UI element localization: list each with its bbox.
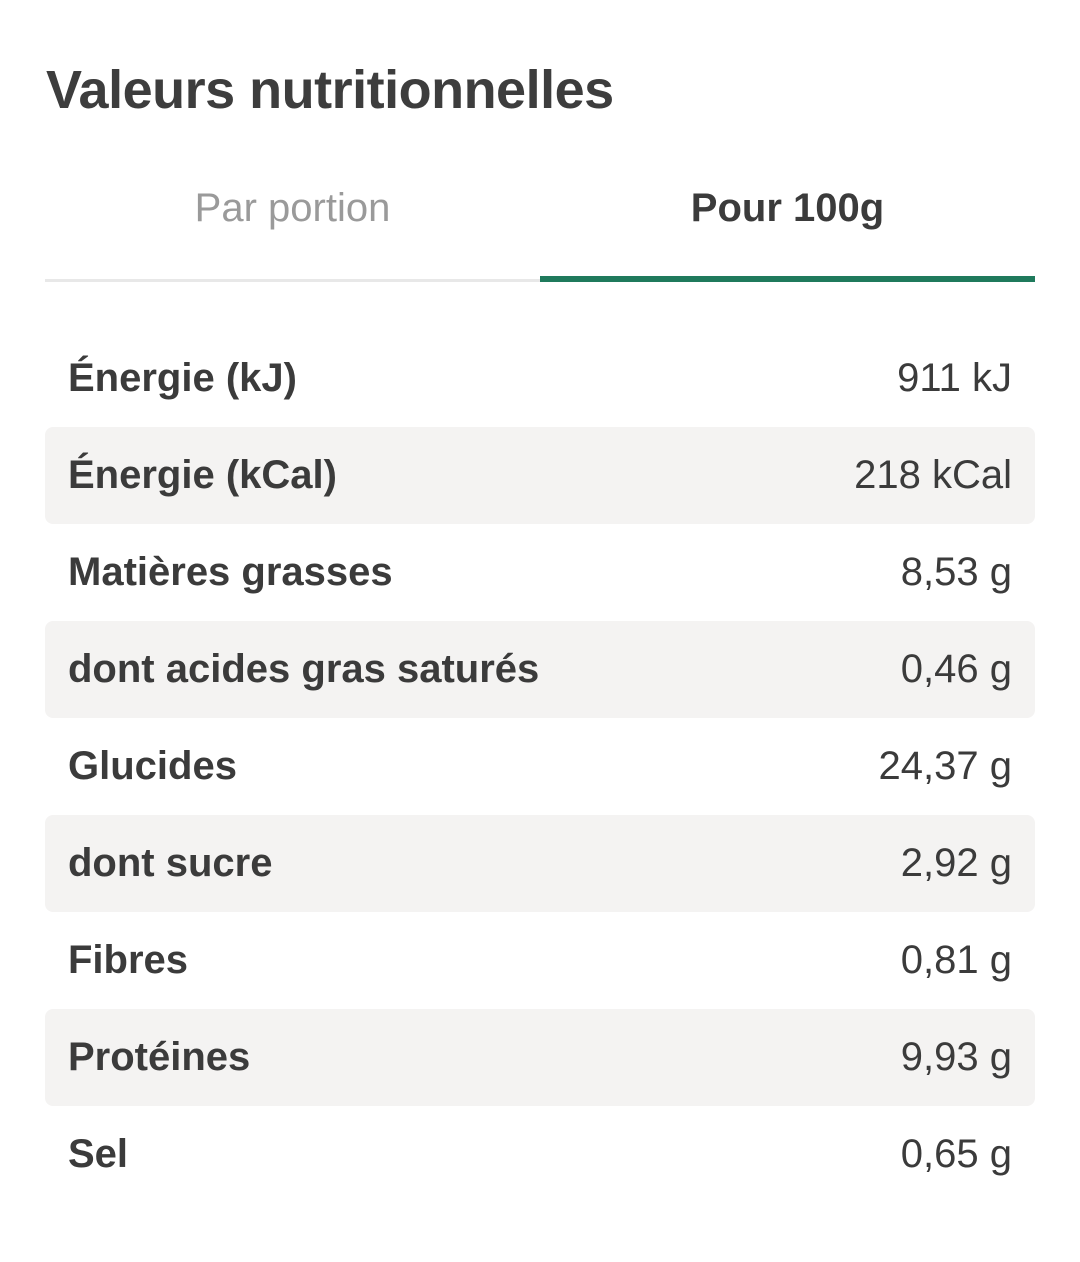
table-row: Énergie (kCal) 218 kCal [45, 427, 1035, 524]
nutrient-value: 0,46 g [900, 647, 1012, 691]
nutrient-value: 0,65 g [900, 1132, 1012, 1176]
nutrient-label: Protéines [68, 1035, 251, 1079]
nutrient-label: Énergie (kJ) [68, 356, 297, 400]
nutrient-label: Glucides [68, 744, 237, 788]
nutrient-value: 9,93 g [900, 1035, 1012, 1079]
nutrient-label: Matières grasses [68, 550, 393, 594]
tab-pour-100g[interactable]: Pour 100g [540, 170, 1035, 282]
nutrient-label: Fibres [68, 938, 189, 982]
nutrient-value: 911 kJ [897, 356, 1012, 400]
tab-label: Par portion [194, 186, 391, 230]
nutrient-label: dont sucre [68, 841, 273, 885]
table-row: Sel 0,65 g [45, 1106, 1035, 1203]
table-row: Glucides 24,37 g [45, 718, 1035, 815]
nutrient-label: Sel [68, 1132, 129, 1176]
table-row: Énergie (kJ) 911 kJ [45, 330, 1035, 427]
nutrient-value: 8,53 g [900, 550, 1012, 594]
nutrient-value: 218 kCal [854, 453, 1012, 497]
table-row: dont acides gras saturés 0,46 g [45, 621, 1035, 718]
tab-par-portion[interactable]: Par portion [45, 170, 540, 282]
tab-bar: Par portion Pour 100g [45, 170, 1035, 282]
nutrition-table: Énergie (kJ) 911 kJ Énergie (kCal) 218 k… [45, 330, 1035, 1203]
table-row: Matières grasses 8,53 g [45, 524, 1035, 621]
table-row: Fibres 0,81 g [45, 912, 1035, 1009]
tab-label: Pour 100g [690, 186, 885, 230]
table-row: Protéines 9,93 g [45, 1009, 1035, 1106]
nutrient-value: 0,81 g [900, 938, 1012, 982]
table-row: dont sucre 2,92 g [45, 815, 1035, 912]
nutrient-label: dont acides gras saturés [68, 647, 540, 691]
active-tab-indicator [540, 276, 1035, 282]
nutrient-value: 24,37 g [878, 744, 1012, 788]
nutrient-value: 2,92 g [900, 841, 1012, 885]
page-title: Valeurs nutritionnelles [46, 60, 614, 120]
nutrient-label: Énergie (kCal) [68, 453, 337, 497]
